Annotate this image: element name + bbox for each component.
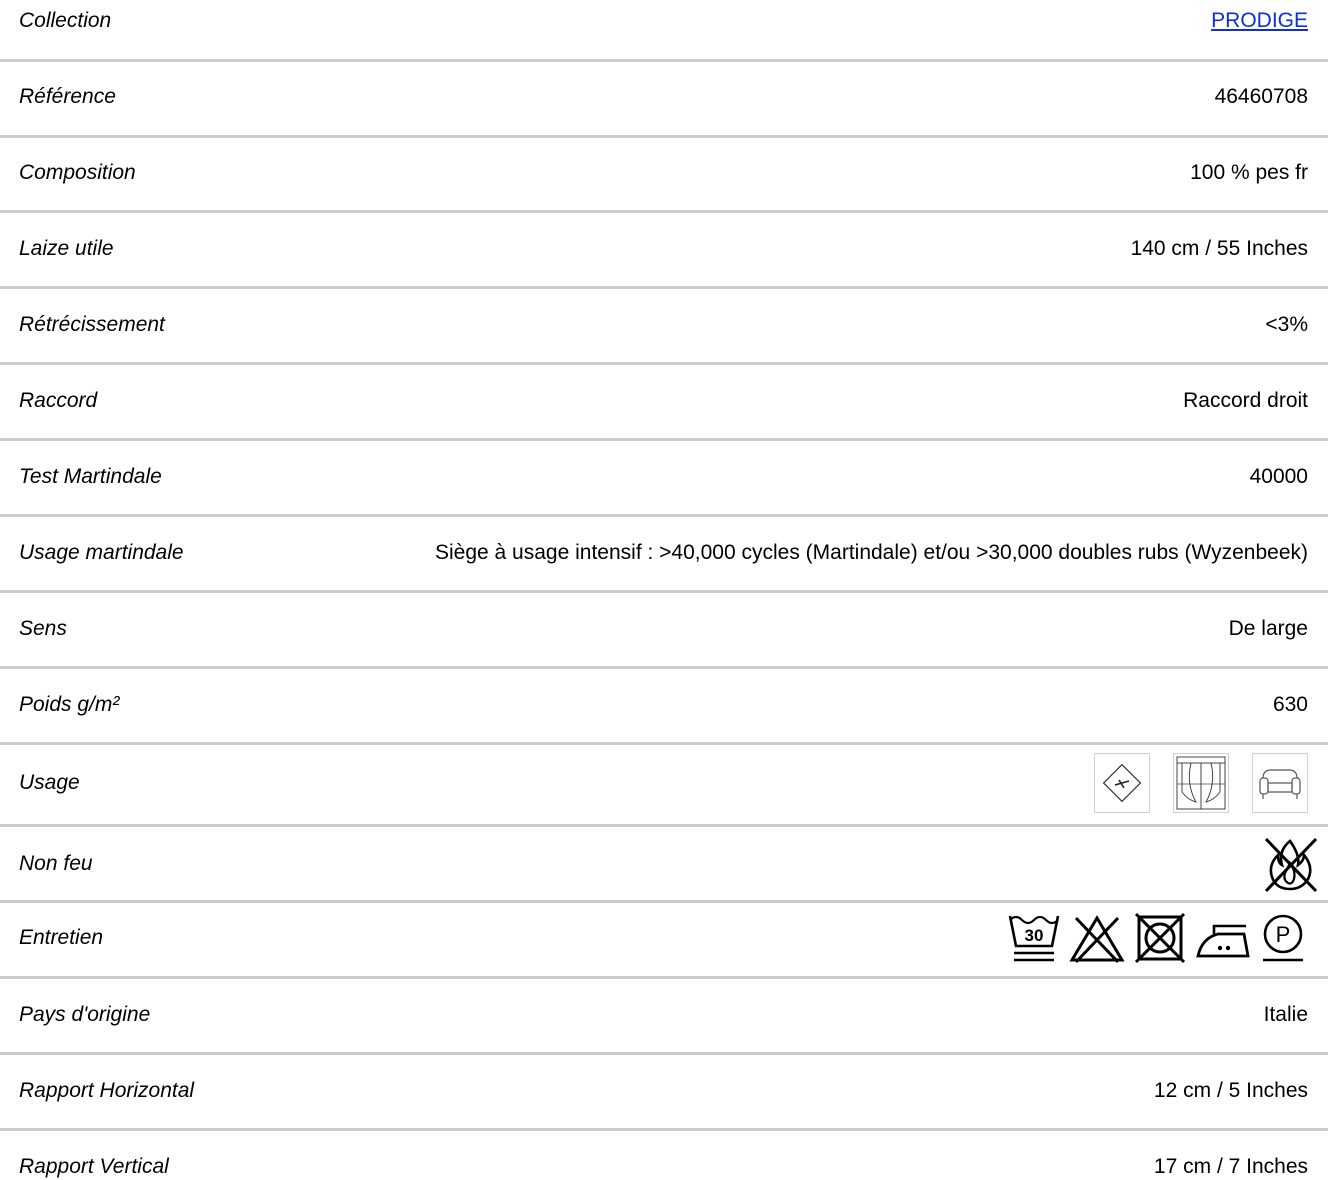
spec-label: Usage (19, 771, 80, 794)
spec-label: Rapport Vertical (19, 1155, 169, 1178)
spec-row-composition: Composition 100 % pes fr (0, 160, 1328, 186)
cushion-icon (1094, 753, 1150, 813)
row-divider (0, 59, 1328, 62)
spec-row-laize: Laize utile 140 cm / 55 Inches (0, 236, 1328, 262)
spec-value: Siège à usage intensif : >40,000 cycles … (435, 541, 1308, 564)
row-divider (0, 286, 1328, 289)
row-divider (0, 900, 1328, 903)
row-divider (0, 362, 1328, 365)
dry-clean-p-icon: P (1258, 910, 1308, 966)
spec-value: Raccord droit (1183, 389, 1308, 412)
spec-value: 12 cm / 5 Inches (1153, 1079, 1308, 1102)
spec-row-raccord: Raccord Raccord droit (0, 388, 1328, 414)
row-divider (0, 135, 1328, 138)
spec-value: 630 (1272, 693, 1308, 716)
row-divider (0, 666, 1328, 669)
spec-label: Poids g/m² (19, 693, 120, 716)
spec-row-horizontal-repeat: Rapport Horizontal 12 cm / 5 Inches (0, 1078, 1328, 1104)
armchair-icon (1252, 753, 1308, 813)
spec-value: 40000 (1249, 465, 1308, 488)
spec-row-shrinkage: Rétrécissement <3% (0, 312, 1328, 338)
spec-value: 17 cm / 7 Inches (1153, 1155, 1308, 1178)
spec-value: 140 cm / 55 Inches (1130, 237, 1308, 260)
spec-row-martindale-usage: Usage martindale Siège à usage intensif … (0, 540, 1328, 566)
spec-row-usage: Usage (0, 752, 1328, 814)
spec-row-collection: Collection PRODIGE (0, 8, 1328, 34)
spec-value: Italie (1263, 1003, 1308, 1026)
spec-label: Rapport Horizontal (19, 1079, 195, 1102)
spec-label: Sens (19, 617, 67, 640)
spec-label: Pays d'origine (19, 1003, 151, 1026)
usage-icons (1071, 753, 1308, 813)
row-divider (0, 1052, 1328, 1055)
spec-label: Rétrécissement (19, 313, 165, 336)
spec-label: Référence (19, 85, 116, 108)
spec-row-vertical-repeat: Rapport Vertical 17 cm / 7 Inches (0, 1154, 1328, 1180)
spec-value: De large (1228, 617, 1308, 640)
spec-row-direction: Sens De large (0, 616, 1328, 642)
dry-clean-letter: P (1276, 922, 1291, 947)
spec-value: <3% (1265, 313, 1308, 336)
row-divider (0, 514, 1328, 517)
row-divider (0, 590, 1328, 593)
spec-label: Raccord (19, 389, 98, 412)
curtain-icon (1173, 753, 1229, 813)
row-divider (0, 210, 1328, 213)
no-bleach-icon (1066, 910, 1128, 966)
flame-retardant-icon (1260, 833, 1320, 895)
spec-label: Usage martindale (19, 541, 184, 564)
spec-row-non-feu: Non feu (0, 833, 1328, 895)
row-divider (0, 742, 1328, 745)
wash-30-icon: 30 (1006, 910, 1062, 966)
row-divider (0, 824, 1328, 827)
no-tumble-dry-icon (1132, 910, 1188, 966)
non-feu-icons (1260, 833, 1320, 895)
spec-row-origin: Pays d'origine Italie (0, 1002, 1328, 1028)
spec-label: Laize utile (19, 237, 114, 260)
spec-label: Composition (19, 161, 136, 184)
row-divider (0, 1128, 1328, 1131)
spec-row-reference: Référence 46460708 (0, 84, 1328, 110)
row-divider (0, 976, 1328, 979)
spec-label: Test Martindale (19, 465, 162, 488)
collection-link[interactable]: PRODIGE (1211, 9, 1308, 32)
iron-low-icon (1192, 910, 1254, 966)
spec-row-martindale-test: Test Martindale 40000 (0, 464, 1328, 490)
spec-value: 100 % pes fr (1190, 161, 1308, 184)
spec-label: Entretien (19, 926, 104, 949)
row-divider (0, 438, 1328, 441)
spec-label: Collection (19, 9, 112, 32)
care-icons: 30 P (1006, 910, 1308, 966)
wash-temp: 30 (1025, 926, 1044, 945)
spec-value: PRODIGE (1211, 9, 1308, 33)
spec-row-entretien: Entretien 30 P (0, 908, 1328, 968)
spec-row-weight: Poids g/m² 630 (0, 692, 1328, 718)
spec-label: Non feu (19, 852, 93, 875)
spec-value: 46460708 (1214, 85, 1308, 108)
